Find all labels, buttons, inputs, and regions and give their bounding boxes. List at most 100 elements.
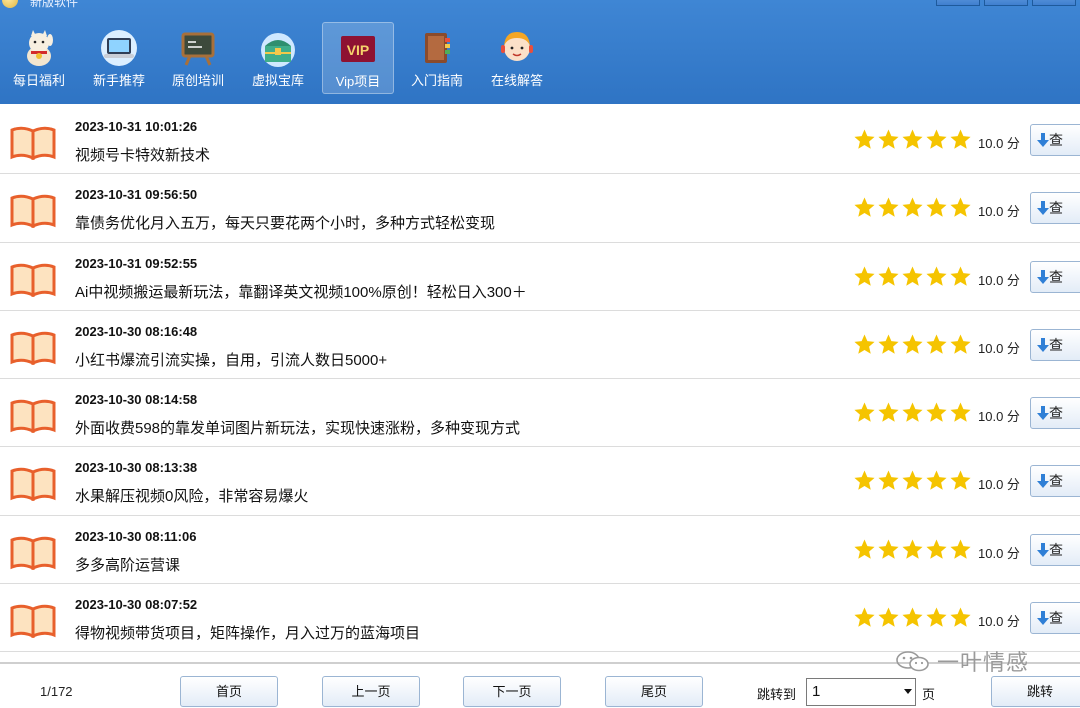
nav-item-daily-welfare[interactable]: 每日福利 (3, 22, 75, 94)
rating-stars (853, 606, 972, 632)
view-button[interactable]: 查 (1030, 602, 1080, 635)
nav-label: 在线解答 (490, 73, 543, 88)
star-icon (902, 129, 923, 149)
list-item[interactable]: 2023-10-31 10:01:26 视频号卡特效新技术 10.0 分 查 (0, 106, 1080, 175)
project-list: 2023-10-31 10:01:26 视频号卡特效新技术 10.0 分 查 2… (0, 106, 1080, 653)
rating-stars (853, 265, 972, 291)
chevron-down-icon[interactable] (904, 689, 912, 694)
list-item[interactable]: 2023-10-30 08:07:52 得物视频带货项目，矩阵操作，月入过万的蓝… (0, 584, 1080, 653)
item-score: 10.0 分 (978, 477, 1020, 493)
view-button-label: 查 (1049, 405, 1063, 422)
maximize-button[interactable] (984, 0, 1028, 6)
jump-page-select[interactable]: 1 (806, 678, 916, 706)
next-page-button[interactable]: 下一页 (463, 676, 561, 707)
star-icon (926, 539, 947, 559)
first-page-button[interactable]: 首页 (180, 676, 278, 707)
view-button[interactable]: 查 (1030, 260, 1080, 293)
star-icon (950, 402, 971, 422)
list-item[interactable]: 2023-10-30 08:16:48 小红书爆流引流实操，自用，引流人数日50… (0, 311, 1080, 380)
watermark-text: 一叶情感 (937, 650, 1030, 675)
star-icon (902, 402, 923, 422)
star-icon (926, 470, 947, 491)
list-item[interactable]: 2023-10-30 08:13:38 水果解压视频0风险，非常容易爆火 10.… (0, 447, 1080, 516)
nav-item-getting-started[interactable]: 入门指南 (401, 22, 473, 94)
view-button[interactable]: 查 (1030, 328, 1080, 361)
lucky-cat-icon (27, 30, 53, 66)
item-date: 2023-10-30 08:07:52 (75, 597, 198, 613)
item-title[interactable]: Ai中视频搬运最新玩法，靠翻译英文视频100%原创！轻松日入300＋ (75, 281, 527, 302)
customer-service-icon (501, 32, 533, 61)
rating-stars (853, 128, 972, 154)
star-icon (950, 266, 971, 286)
list-item[interactable]: 2023-10-31 09:52:55 Ai中视频搬运最新玩法，靠翻译英文视频1… (0, 243, 1080, 311)
item-title[interactable]: 得物视频带货项目，矩阵操作，月入过万的蓝海项目 (75, 622, 420, 643)
star-icon (950, 129, 971, 149)
nav-item-virtual-treasury[interactable]: 虚拟宝库 (242, 22, 314, 94)
view-button-label: 查 (1049, 473, 1063, 490)
star-icon (950, 539, 971, 559)
nav-item-vip-projects[interactable]: VIP Vip项目 (322, 22, 394, 94)
item-title[interactable]: 靠债务优化月入五万，每天只要花两个小时，多种方式轻松变现 (75, 212, 495, 233)
item-score: 10.0 分 (978, 204, 1020, 220)
view-button[interactable]: 查 (1030, 397, 1080, 430)
last-page-button[interactable]: 尾页 (605, 676, 703, 707)
list-item[interactable]: 2023-10-30 08:11:06 多多高阶运营课 10.0 分 查 (0, 516, 1080, 585)
item-title[interactable]: 多多高阶运营课 (75, 554, 180, 575)
jump-label: 跳转到 (757, 687, 797, 702)
star-icon (950, 197, 971, 217)
star-icon (854, 334, 875, 354)
view-button-label: 查 (1049, 268, 1063, 285)
item-title[interactable]: 外面收费598的靠发单词图片新玩法，实现快速涨粉，多种变现方式 (75, 417, 520, 438)
view-button[interactable]: 查 (1030, 465, 1080, 498)
item-score: 10.0 分 (978, 545, 1020, 561)
item-title[interactable]: 视频号卡特效新技术 (75, 144, 210, 165)
view-button-label: 查 (1049, 610, 1063, 627)
star-icon (878, 266, 899, 286)
rating-stars (853, 401, 972, 427)
star-icon (926, 402, 947, 422)
star-icon (878, 129, 899, 149)
view-button-label: 查 (1049, 200, 1063, 217)
minimize-button[interactable] (936, 0, 980, 6)
close-button[interactable] (1032, 0, 1076, 6)
nav-item-beginner-recommend[interactable]: 新手推荐 (83, 22, 155, 94)
star-icon (926, 607, 947, 627)
star-icon (854, 470, 875, 491)
view-button-label: 查 (1049, 541, 1063, 558)
rating-stars (853, 469, 972, 495)
view-button-label: 查 (1049, 336, 1063, 353)
window-title: 新版软件 (30, 0, 79, 9)
star-icon (950, 607, 971, 627)
download-arrow-icon (1037, 133, 1049, 147)
star-icon (854, 266, 875, 286)
page-unit-label: 页 (922, 687, 936, 702)
download-arrow-icon (1037, 269, 1049, 284)
list-item[interactable]: 2023-10-30 08:14:58 外面收费598的靠发单词图片新玩法，实现… (0, 379, 1080, 448)
nav-label: 原创培训 (171, 73, 224, 88)
view-button[interactable]: 查 (1030, 124, 1080, 156)
item-score: 10.0 分 (978, 136, 1020, 151)
star-icon (926, 197, 947, 217)
item-score: 10.0 分 (978, 340, 1020, 356)
star-icon (854, 402, 875, 422)
star-icon (926, 129, 947, 149)
list-item[interactable]: 2023-10-31 09:56:50 靠债务优化月入五万，每天只要花两个小时，… (0, 174, 1080, 243)
item-score: 10.0 分 (978, 409, 1020, 425)
jump-button[interactable]: 跳转 (991, 676, 1080, 707)
item-date: 2023-10-31 09:52:55 (75, 255, 198, 271)
item-date: 2023-10-30 08:14:58 (75, 392, 198, 408)
nav-item-original-training[interactable]: 原创培训 (162, 22, 234, 94)
item-title[interactable]: 小红书爆流引流实操，自用，引流人数日5000+ (75, 349, 387, 370)
item-score: 10.0 分 (978, 614, 1020, 630)
view-button[interactable]: 查 (1030, 533, 1080, 566)
star-icon (878, 334, 899, 354)
item-title[interactable]: 水果解压视频0风险，非常容易爆火 (75, 485, 308, 506)
view-button[interactable]: 查 (1030, 192, 1080, 225)
guide-book-icon (425, 33, 450, 63)
page-indicator: 1/172 (40, 684, 73, 699)
open-book-icon (10, 536, 56, 570)
wechat-icon (896, 651, 929, 672)
prev-page-button[interactable]: 上一页 (322, 676, 420, 707)
open-book-icon (10, 263, 56, 297)
nav-item-online-answers[interactable]: 在线解答 (481, 22, 553, 94)
